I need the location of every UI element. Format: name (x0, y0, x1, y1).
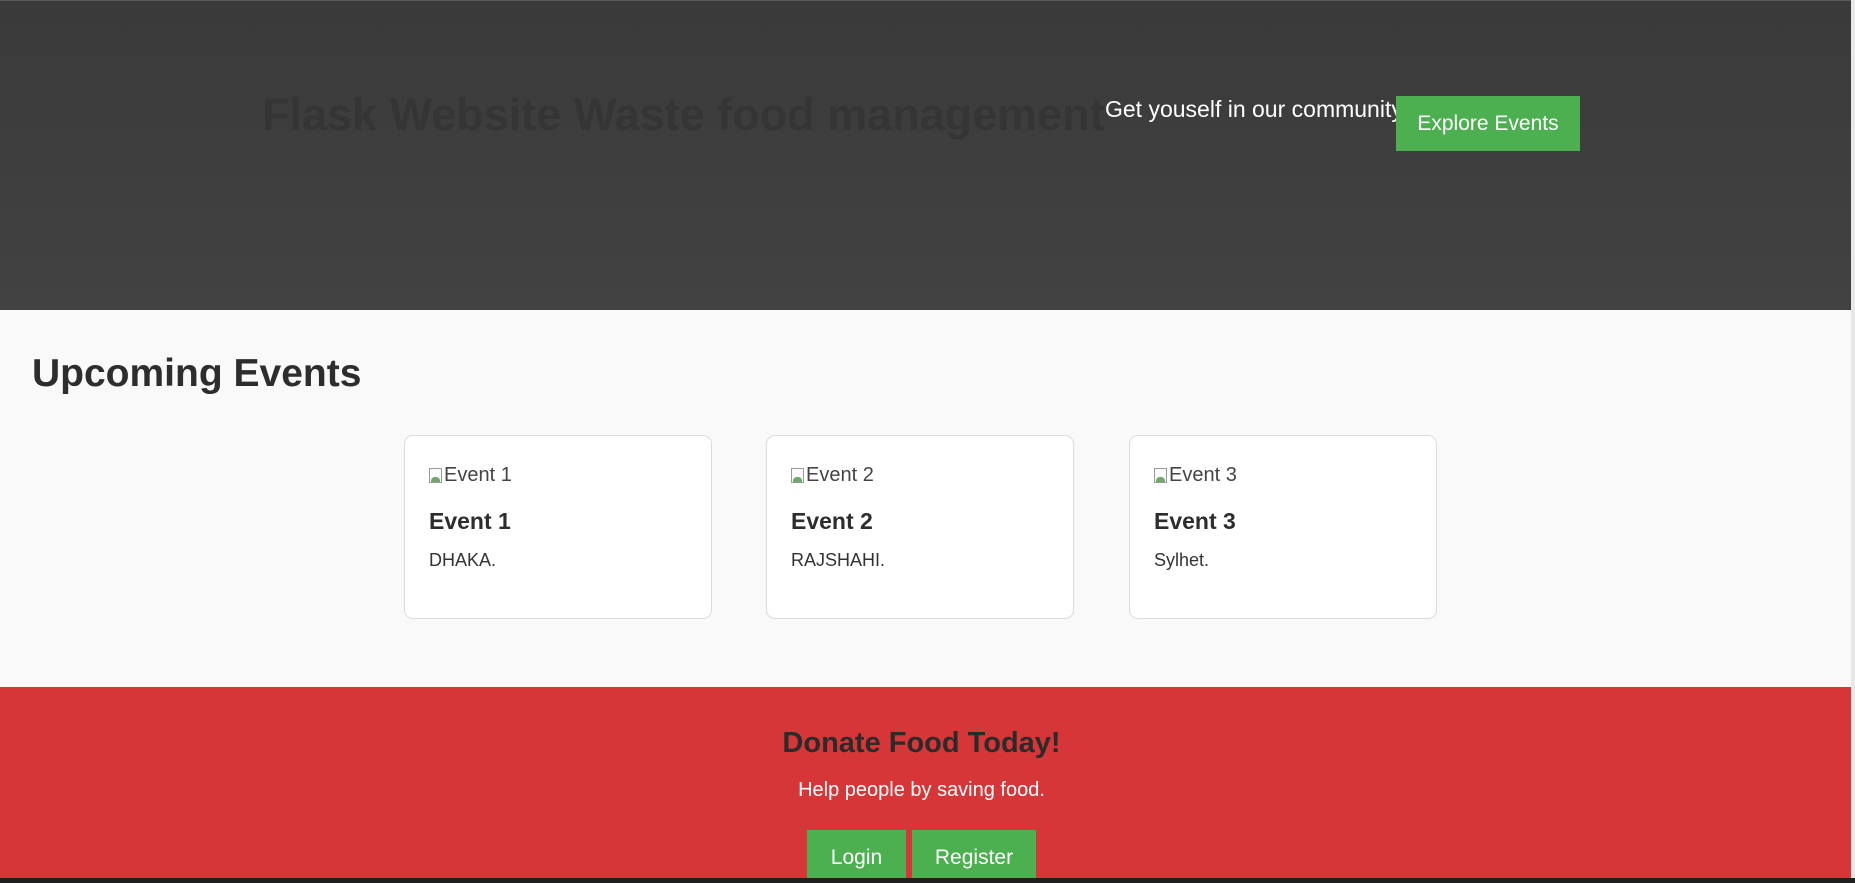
upcoming-events-section: Upcoming Events Event 1 Event 1 DHAKA. E… (0, 310, 1851, 687)
donate-section: Donate Food Today! Help people by saving… (0, 687, 1851, 878)
event-image: Event 2 (791, 464, 874, 487)
page-content: Flask Website Waste food management Get … (0, 0, 1851, 878)
page: Flask Website Waste food management Get … (0, 0, 1855, 883)
event-card[interactable]: Event 1 Event 1 DHAKA. (404, 435, 712, 619)
hero-section: Flask Website Waste food management Get … (0, 0, 1851, 311)
taskbar-edge (0, 878, 1855, 883)
event-location: Sylhet. (1154, 550, 1210, 570)
event-name: Event 1 (429, 508, 511, 534)
event-name: Event 3 (1154, 508, 1236, 534)
donate-heading: Donate Food Today! (782, 727, 1061, 759)
event-card[interactable]: Event 3 Event 3 Sylhet. (1129, 435, 1437, 619)
hero-tagline: Get youself in our community (1105, 96, 1403, 122)
event-card[interactable]: Event 2 Event 2 RAJSHAHI. (766, 435, 1074, 619)
explore-events-button[interactable]: Explore Events (1396, 96, 1580, 151)
event-location: DHAKA. (429, 550, 497, 570)
event-image: Event 3 (1154, 464, 1237, 487)
vertical-scrollbar[interactable] (1851, 0, 1855, 883)
event-image-alt: Event 2 (806, 464, 874, 486)
donate-text: Help people by saving food. (798, 779, 1045, 801)
event-location: RAJSHAHI. (791, 550, 886, 570)
event-name: Event 2 (791, 508, 873, 534)
broken-image-icon (791, 467, 805, 484)
register-button[interactable]: Register (912, 830, 1036, 878)
broken-image-icon (1154, 467, 1168, 484)
login-button[interactable]: Login (807, 830, 906, 878)
event-image-alt: Event 3 (1169, 464, 1237, 486)
event-image: Event 1 (429, 464, 512, 487)
event-image-alt: Event 1 (444, 464, 512, 486)
hero-title: Flask Website Waste food management (262, 89, 1105, 140)
events-heading: Upcoming Events (32, 352, 362, 395)
broken-image-icon (429, 467, 443, 484)
